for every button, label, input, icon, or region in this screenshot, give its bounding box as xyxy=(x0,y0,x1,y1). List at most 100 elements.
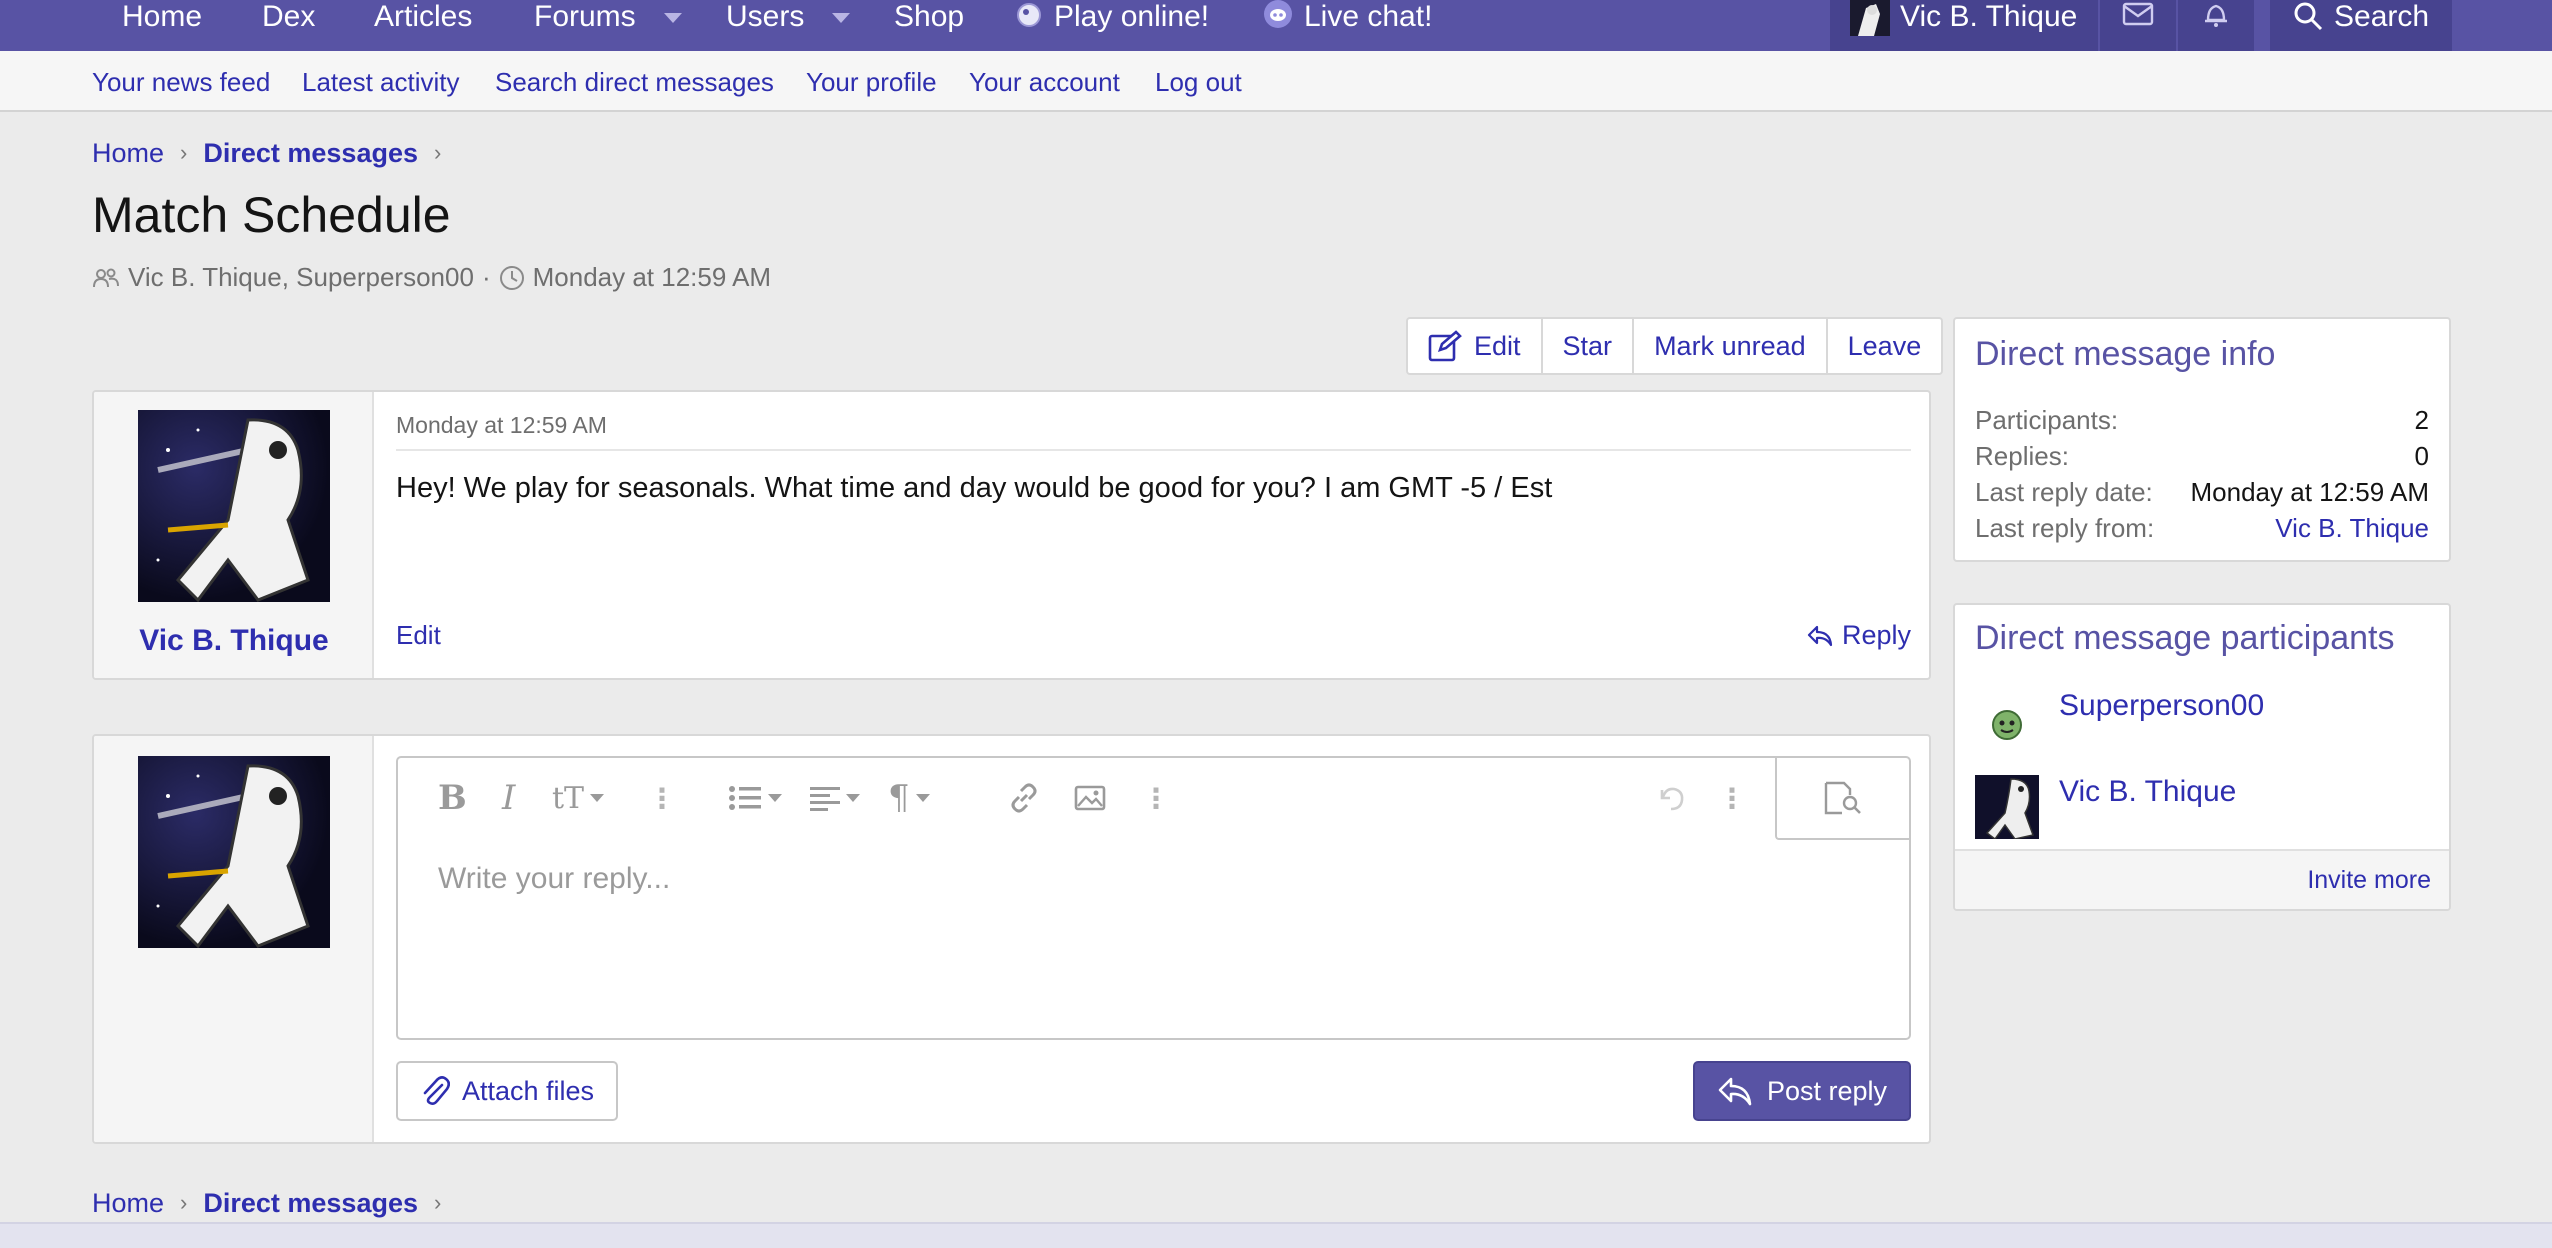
breadcrumb: Home › Direct messages › xyxy=(92,136,457,170)
participants-line: Vic B. Thique, Superperson00 xyxy=(128,262,474,292)
breadcrumb-bottom: Home › Direct messages › xyxy=(92,1186,457,1220)
reply-user-column xyxy=(94,736,374,1142)
editor-toolbar: B I tT ⋮ ¶ ⋮ ⋮ xyxy=(398,758,1909,840)
subnav-log-out[interactable]: Log out xyxy=(1155,67,1242,98)
user-menu[interactable]: Vic B. Thique xyxy=(1830,0,2098,51)
preview-icon xyxy=(1824,781,1861,815)
search-label: Search xyxy=(2334,0,2430,33)
search-button[interactable]: Search xyxy=(2270,0,2452,51)
message-author[interactable]: Vic B. Thique xyxy=(94,624,374,658)
invite-more-link[interactable]: Invite more xyxy=(2307,866,2431,895)
conversation-actions: Edit Star Mark unread Leave xyxy=(1406,317,1944,375)
subnav-search-direct-messages[interactable]: Search direct messages xyxy=(495,67,774,98)
sub-navigation-bar: Your news feed Latest activity Search di… xyxy=(0,51,2552,112)
mark-unread-button[interactable]: Mark unread xyxy=(1634,319,1828,373)
text-size-icon[interactable]: tT xyxy=(552,780,605,816)
participant-name[interactable]: Superperson00 xyxy=(2059,689,2264,723)
info-row-replies: Replies: 0 xyxy=(1975,441,2429,471)
direct-message-participants: Direct message participants Superperson0… xyxy=(1953,603,2451,911)
link-icon[interactable] xyxy=(1008,780,1040,816)
message: Vic B. Thique Monday at 12:59 AM Hey! We… xyxy=(92,390,1931,680)
conversation-date: Monday at 12:59 AM xyxy=(532,262,772,292)
subnav-news-feed[interactable]: Your news feed xyxy=(92,67,270,98)
list-icon[interactable] xyxy=(728,780,782,816)
nav-play-online[interactable]: Play online! xyxy=(1014,0,1209,51)
paragraph-icon[interactable]: ¶ xyxy=(888,778,930,818)
participants-footer: Invite more xyxy=(1955,849,2449,909)
italic-icon[interactable]: I xyxy=(502,778,515,818)
inbox-button[interactable] xyxy=(2100,0,2176,51)
subnav-latest-activity[interactable]: Latest activity xyxy=(302,67,460,98)
breadcrumb-home[interactable]: Home xyxy=(92,1188,164,1219)
bell-icon xyxy=(2205,4,2227,27)
message-reply-button[interactable]: Reply xyxy=(1806,620,1911,651)
nav-forums[interactable]: Forums xyxy=(534,0,682,51)
meta-separator: · xyxy=(481,262,491,292)
preview-button[interactable] xyxy=(1775,758,1909,840)
users-icon xyxy=(93,268,119,287)
game-icon xyxy=(1017,3,1041,27)
nav-articles[interactable]: Articles xyxy=(374,0,472,51)
nav-users[interactable]: Users xyxy=(726,0,851,51)
reply-input[interactable]: Write your reply... xyxy=(438,862,670,896)
direct-message-info: Direct message info Participants: 2 Repli… xyxy=(1953,317,2451,562)
chevron-right-icon: › xyxy=(434,1190,442,1215)
avatar[interactable] xyxy=(138,410,330,602)
participants-title: Direct message participants xyxy=(1975,619,2395,657)
nav-shop[interactable]: Shop xyxy=(894,0,964,51)
bold-icon[interactable]: B xyxy=(438,778,467,818)
chevron-down-icon[interactable] xyxy=(832,13,851,23)
chevron-down-icon[interactable] xyxy=(663,13,682,23)
more-options-icon[interactable]: ⋮ xyxy=(1142,780,1170,816)
conversation-meta: Vic B. Thique, Superperson00 · Monday at… xyxy=(92,262,771,293)
more-options-icon[interactable]: ⋮ xyxy=(648,780,676,816)
info-row-participants: Participants: 2 xyxy=(1975,405,2429,435)
edit-conversation-button[interactable]: Edit xyxy=(1408,319,1543,373)
chevron-right-icon: › xyxy=(434,140,442,165)
breadcrumb-direct-messages[interactable]: Direct messages xyxy=(203,138,418,169)
last-reply-user-link[interactable]: Vic B. Thique xyxy=(2275,513,2429,549)
discord-icon xyxy=(1264,0,1292,28)
attach-files-button[interactable]: Attach files xyxy=(396,1061,619,1121)
subnav-your-account[interactable]: Your account xyxy=(969,67,1120,98)
user-menu-name: Vic B. Thique xyxy=(1900,0,2078,33)
search-icon xyxy=(2294,2,2323,31)
info-row-last-reply-date: Last reply date: Monday at 12:59 AM xyxy=(1975,477,2429,507)
leave-button[interactable]: Leave xyxy=(1828,319,1942,373)
chevron-right-icon: › xyxy=(180,1190,188,1215)
undo-icon[interactable] xyxy=(1654,780,1686,816)
more-options-icon[interactable]: ⋮ xyxy=(1718,780,1746,816)
top-navigation-bar: Home Dex Articles Forums Users Shop Play… xyxy=(0,0,2552,51)
nav-home[interactable]: Home xyxy=(122,0,202,51)
post-reply-button[interactable]: Post reply xyxy=(1692,1061,1911,1121)
paperclip-icon xyxy=(423,1076,450,1105)
message-user-column: Vic B. Thique xyxy=(94,392,374,678)
message-date[interactable]: Monday at 12:59 AM xyxy=(396,412,607,439)
participant-name[interactable]: Vic B. Thique xyxy=(2059,775,2236,809)
message-divider xyxy=(396,449,1911,451)
breadcrumb-direct-messages[interactable]: Direct messages xyxy=(203,1188,418,1219)
nav-live-chat[interactable]: Live chat! xyxy=(1262,0,1432,51)
message-body: Hey! We play for seasonals. What time an… xyxy=(396,472,1553,504)
avatar xyxy=(1850,0,1890,36)
info-title: Direct message info xyxy=(1975,335,2276,373)
reply-editor: B I tT ⋮ ¶ ⋮ ⋮ Write your reply... xyxy=(396,756,1911,1040)
info-list: Participants: 2 Replies: 0 Last reply date… xyxy=(1975,405,2429,549)
chevron-right-icon: › xyxy=(180,140,188,165)
alerts-button[interactable] xyxy=(2178,0,2254,51)
avatar[interactable] xyxy=(1975,775,2039,839)
bottom-bar xyxy=(0,1222,2552,1248)
clock-icon xyxy=(499,265,524,290)
envelope-icon xyxy=(2122,2,2154,26)
star-button[interactable]: Star xyxy=(1543,319,1635,373)
message-edit-link[interactable]: Edit xyxy=(396,620,441,651)
image-icon[interactable] xyxy=(1074,780,1106,816)
subnav-your-profile[interactable]: Your profile xyxy=(806,67,937,98)
breadcrumb-home[interactable]: Home xyxy=(92,138,164,169)
avatar xyxy=(138,756,330,948)
nav-dex[interactable]: Dex xyxy=(262,0,315,51)
avatar[interactable] xyxy=(1975,689,2039,753)
reply-icon xyxy=(1807,625,1833,646)
align-icon[interactable] xyxy=(810,780,860,816)
quick-reply: B I tT ⋮ ¶ ⋮ ⋮ Write your reply... Attac… xyxy=(92,734,1931,1144)
